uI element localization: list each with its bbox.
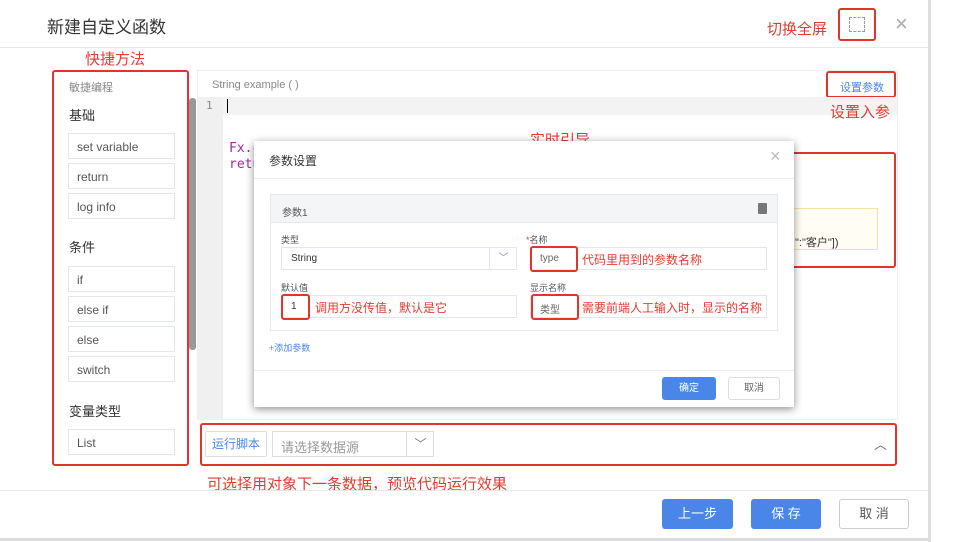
- trash-icon[interactable]: [758, 203, 767, 214]
- param-name-annotation: 代码里用到的参数名称: [582, 253, 703, 267]
- item-log-info[interactable]: log info: [68, 193, 175, 219]
- param-card-header: [271, 195, 777, 223]
- window-edge-right: [928, 0, 931, 542]
- function-signature: String example ( ): [212, 79, 299, 91]
- collapse-chevron-up-icon[interactable]: ︿: [874, 434, 887, 453]
- line-gutter: [197, 97, 223, 420]
- cancel-button[interactable]: 取 消: [839, 499, 909, 529]
- shortcuts-annotation: 快捷方法: [85, 51, 146, 68]
- name-label: *名称: [526, 235, 548, 245]
- display-highlight: [531, 294, 579, 320]
- item-if[interactable]: if: [68, 266, 175, 292]
- default-value-annotation: 调用方没传值，默认是它: [315, 301, 448, 315]
- type-label: 类型: [281, 235, 300, 245]
- save-button[interactable]: 保 存: [751, 499, 821, 529]
- modal-cancel-button[interactable]: 取消: [728, 377, 780, 400]
- modal-title: 参数设置: [269, 154, 318, 168]
- cursor: [227, 99, 228, 113]
- add-param-link[interactable]: +添加参数: [269, 341, 310, 354]
- active-line: [223, 97, 897, 115]
- item-set-variable[interactable]: set variable: [68, 133, 175, 159]
- param-card: 参数1 类型 String ﹀ *名称 type 默认值 1 显示名称 类型 代…: [270, 194, 778, 331]
- section-condition: 条件: [69, 240, 96, 255]
- sidebar-scrollbar[interactable]: [189, 98, 196, 350]
- prev-step-button[interactable]: 上一步: [662, 499, 733, 529]
- name-highlight: [530, 246, 578, 272]
- fullscreen-annotation: 切换全屏: [767, 21, 828, 38]
- datasource-placeholder: 请选择数据源: [281, 440, 360, 455]
- type-select[interactable]: String: [281, 247, 517, 270]
- modal-close-icon[interactable]: ×: [770, 146, 781, 167]
- item-list[interactable]: List: [68, 429, 175, 455]
- chevron-down-icon: ﹀: [489, 247, 517, 270]
- set-params-button[interactable]: 设置参数: [840, 79, 884, 95]
- default-highlight: [281, 294, 310, 320]
- param-title: 参数1: [282, 208, 308, 219]
- hint-code: ":"客户"]): [795, 237, 839, 249]
- fullscreen-icon[interactable]: [849, 17, 865, 32]
- item-else-if[interactable]: else if: [68, 296, 175, 322]
- run-script-button[interactable]: 运行脚本: [205, 431, 267, 457]
- item-return[interactable]: return: [68, 163, 175, 189]
- modal-ok-button[interactable]: 确定: [662, 377, 716, 400]
- modal-footer-divider: [254, 370, 794, 371]
- param-modal: 参数设置 × 参数1 类型 String ﹀ *名称 type 默认值 1 显示…: [254, 141, 794, 407]
- item-else[interactable]: else: [68, 326, 175, 352]
- line-number: 1: [206, 99, 213, 112]
- item-switch[interactable]: switch: [68, 356, 175, 382]
- dialog-title: 新建自定义函数: [47, 18, 166, 37]
- chevron-down-icon: ﹀: [406, 432, 434, 456]
- window-edge-bottom: [0, 538, 931, 541]
- name-label-text: 名称: [529, 235, 548, 245]
- section-var-types: 变量类型: [69, 404, 122, 419]
- set-params-annotation: 设置入参: [830, 104, 891, 121]
- section-basic: 基础: [69, 108, 96, 123]
- display-label: 显示名称: [530, 283, 567, 293]
- datasource-select[interactable]: 请选择数据源 ﹀: [272, 431, 434, 457]
- modal-divider: [254, 178, 794, 179]
- close-icon[interactable]: ×: [895, 11, 908, 37]
- default-label: 默认值: [281, 283, 309, 293]
- footer-divider: [0, 490, 928, 491]
- display-name-annotation: 需要前端人工输入时，显示的名称: [582, 301, 763, 315]
- sidebar-header: 敏捷编程: [69, 82, 113, 94]
